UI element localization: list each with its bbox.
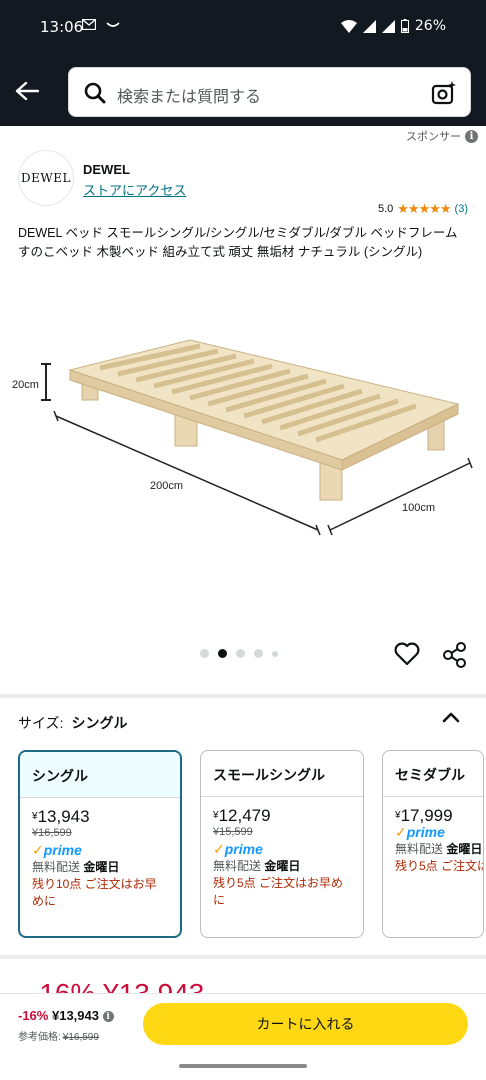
prime-badge: ✓prime [395,824,445,840]
carousel-dot[interactable] [200,649,209,658]
battery-icon [400,19,409,33]
option-shipping: 無料配送 金曜日 [395,842,483,856]
price-peek: -16% ¥13,943 [30,980,204,994]
signal-icon-2 [381,19,395,33]
divider [0,955,486,959]
option-price: ¥13,943 [32,807,90,826]
status-time: 13:06 [40,18,84,36]
rating[interactable]: 5.0 ★★★★★ (3) [378,201,468,217]
battery-level: 26% [414,18,446,34]
discount-percent: -16% [18,1008,49,1023]
reference-price: 参考価格: ¥16,599 [18,1032,99,1043]
carousel-dot[interactable] [254,649,263,658]
search-input[interactable]: 検索または質問する [68,67,471,117]
size-option-single[interactable]: シングル ¥13,943 ¥16,599 ✓prime 無料配送 金曜日 残り1… [18,750,182,938]
option-shipping: 無料配送 金曜日 [32,860,120,874]
back-button[interactable] [10,74,44,108]
product-image[interactable]: 20cm 200cm 100cm [0,300,486,580]
share-button[interactable] [441,641,469,674]
chevron-up-icon [442,712,460,723]
option-name: シングル [20,752,180,798]
home-indicator[interactable] [179,1064,307,1068]
heart-icon [394,642,420,666]
size-options: シングル ¥13,943 ¥16,599 ✓prime 無料配送 金曜日 残り1… [18,750,484,938]
buybox-price: -16% ¥13,943 i [18,1008,114,1023]
wishlist-button[interactable] [394,642,420,671]
add-to-cart-button[interactable]: カートに入れる [143,1003,468,1045]
size-selector-label: サイズ: シングル [18,715,128,731]
carousel-dot[interactable] [272,650,278,657]
size-option-semi-double[interactable]: セミダブル ¥17,999 ✓prime 無料配送 金曜日 残り5点 ご注文はお… [382,750,484,938]
search-header: 検索または質問する [0,56,486,126]
camera-search-icon[interactable] [430,79,458,107]
brand-name: DEWEL [83,162,130,177]
image-carousel-dots[interactable] [200,649,278,658]
bed-frame-illustration: 20cm 200cm 100cm [12,339,473,536]
mail-icon [82,19,96,30]
option-shipping: 無料配送 金曜日 [213,859,301,873]
option-stock: 残り5点 ご注文はお早めに [395,859,483,873]
height-dimension-label: 20cm [12,379,39,391]
info-icon[interactable]: i [102,1011,114,1023]
info-icon: i [465,129,478,143]
search-placeholder: 検索または質問する [117,89,262,106]
size-option-small-single[interactable]: スモールシングル ¥12,479 ¥15,599 ✓prime 無料配送 金曜日… [200,750,364,938]
width-dimension-label: 100cm [402,502,435,514]
option-list-price: ¥16,599 [32,827,72,839]
carousel-dot[interactable] [236,649,245,658]
option-stock: 残り5点 ご注文はお早めに [213,876,344,907]
amazon-smile-icon [106,21,120,27]
share-icon [443,642,466,668]
rating-value: 5.0 [377,203,394,215]
visit-store-link[interactable]: ストアにアクセス [83,180,186,199]
status-bar: 13:06 26% [0,0,486,56]
selected-size: シングル [71,715,128,731]
option-name: セミダブル [383,751,483,797]
current-price: ¥13,943 [51,1008,99,1023]
option-stock: 残り10点 ご注文はお早めに [32,877,157,908]
carousel-dot-active[interactable] [218,649,227,658]
rating-count: (3) [454,203,468,215]
prime-badge: ✓prime [213,841,263,857]
divider [0,694,486,698]
signal-icon [362,19,376,33]
option-price: ¥17,999 [395,806,453,825]
prime-badge: ✓prime [32,842,82,858]
length-dimension-label: 200cm [150,480,183,492]
search-icon [84,82,106,104]
collapse-size-button[interactable] [442,710,460,728]
wifi-icon [340,19,357,33]
star-rating-icon: ★★★★★ [397,201,451,216]
option-price: ¥12,479 [213,806,271,825]
product-title[interactable]: DEWEL ベッド スモールシングル/シングル/セミダブル/ダブル ベッドフレー… [18,224,468,262]
brand-logo[interactable]: DEWEL [18,150,74,206]
option-name: スモールシングル [201,751,363,797]
back-arrow-icon [15,81,39,101]
option-list-price: ¥15,599 [213,826,253,838]
sponsored-label[interactable]: スポンサー i [406,128,478,144]
